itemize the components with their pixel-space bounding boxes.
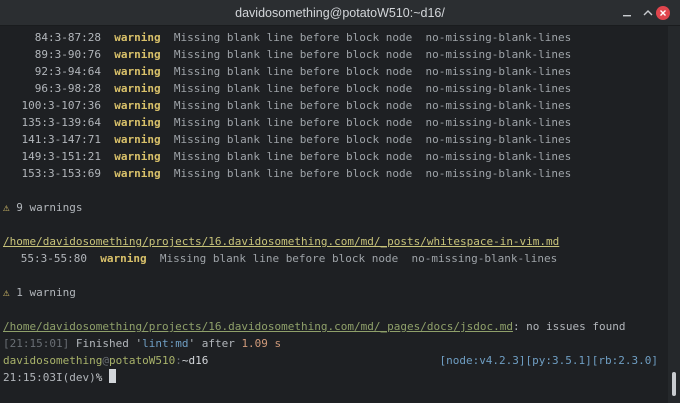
- version-info: [node:v4.2.3][py:3.5.1][rb:2.3.0]: [439, 354, 658, 367]
- lint-warning-line: 84:3-87:28 warning Missing blank line be…: [34, 31, 572, 44]
- file-path-link[interactable]: /home/davidosomething/projects/16.davido…: [3, 320, 513, 333]
- minimize-icon[interactable]: [620, 6, 634, 20]
- lint-warning-line: 153:3-153:69 warning Missing blank line …: [21, 167, 572, 180]
- warning-summary: ⚠ 1 warning: [3, 286, 76, 299]
- terminal-window: davidosomething@potatoW510:~d16/ 84:3-87…: [0, 0, 680, 403]
- shell-prompt-line: davidosomething@potatoW510:~d16: [3, 354, 209, 367]
- close-icon[interactable]: [656, 6, 670, 20]
- terminal-output[interactable]: 84:3-87:28 warning Missing blank line be…: [0, 26, 668, 403]
- lint-warning-line: 89:3-90:76 warning Missing blank line be…: [34, 48, 572, 61]
- lint-warning-line: 100:3-107:36 warning Missing blank line …: [21, 99, 572, 112]
- lint-warning-line: 55:3-55:80 warning Missing blank line be…: [20, 252, 558, 265]
- warning-triangle-icon: ⚠: [3, 286, 10, 299]
- command-input-line[interactable]: 21:15:03I(dev)%: [3, 369, 116, 386]
- lint-warning-line: 149:3-151:21 warning Missing blank line …: [21, 150, 572, 163]
- window-title: davidosomething@potatoW510:~d16/: [235, 6, 445, 20]
- title-bar[interactable]: davidosomething@potatoW510:~d16/: [0, 0, 680, 26]
- warning-summary: ⚠ 9 warnings: [3, 201, 83, 214]
- text-cursor: [108, 369, 116, 383]
- file-path-link[interactable]: /home/davidosomething/projects/16.davido…: [3, 235, 559, 248]
- file-path-line: /home/davidosomething/projects/16.davido…: [3, 320, 626, 333]
- file-path-line: /home/davidosomething/projects/16.davido…: [3, 233, 559, 250]
- lint-warning-line: 135:3-139:64 warning Missing blank line …: [21, 116, 572, 129]
- task-finished-line: [21:15:01] Finished 'lint:md' after 1.09…: [3, 337, 282, 350]
- scrollbar-thumb[interactable]: [672, 372, 676, 396]
- lint-warning-line: 141:3-147:71 warning Missing blank line …: [21, 133, 572, 146]
- warning-triangle-icon: ⚠: [3, 201, 10, 214]
- maximize-icon[interactable]: [641, 6, 655, 20]
- lint-warning-line: 92:3-94:64 warning Missing blank line be…: [34, 65, 572, 78]
- scrollbar[interactable]: [668, 26, 680, 403]
- lint-warning-line: 96:3-98:28 warning Missing blank line be…: [34, 82, 572, 95]
